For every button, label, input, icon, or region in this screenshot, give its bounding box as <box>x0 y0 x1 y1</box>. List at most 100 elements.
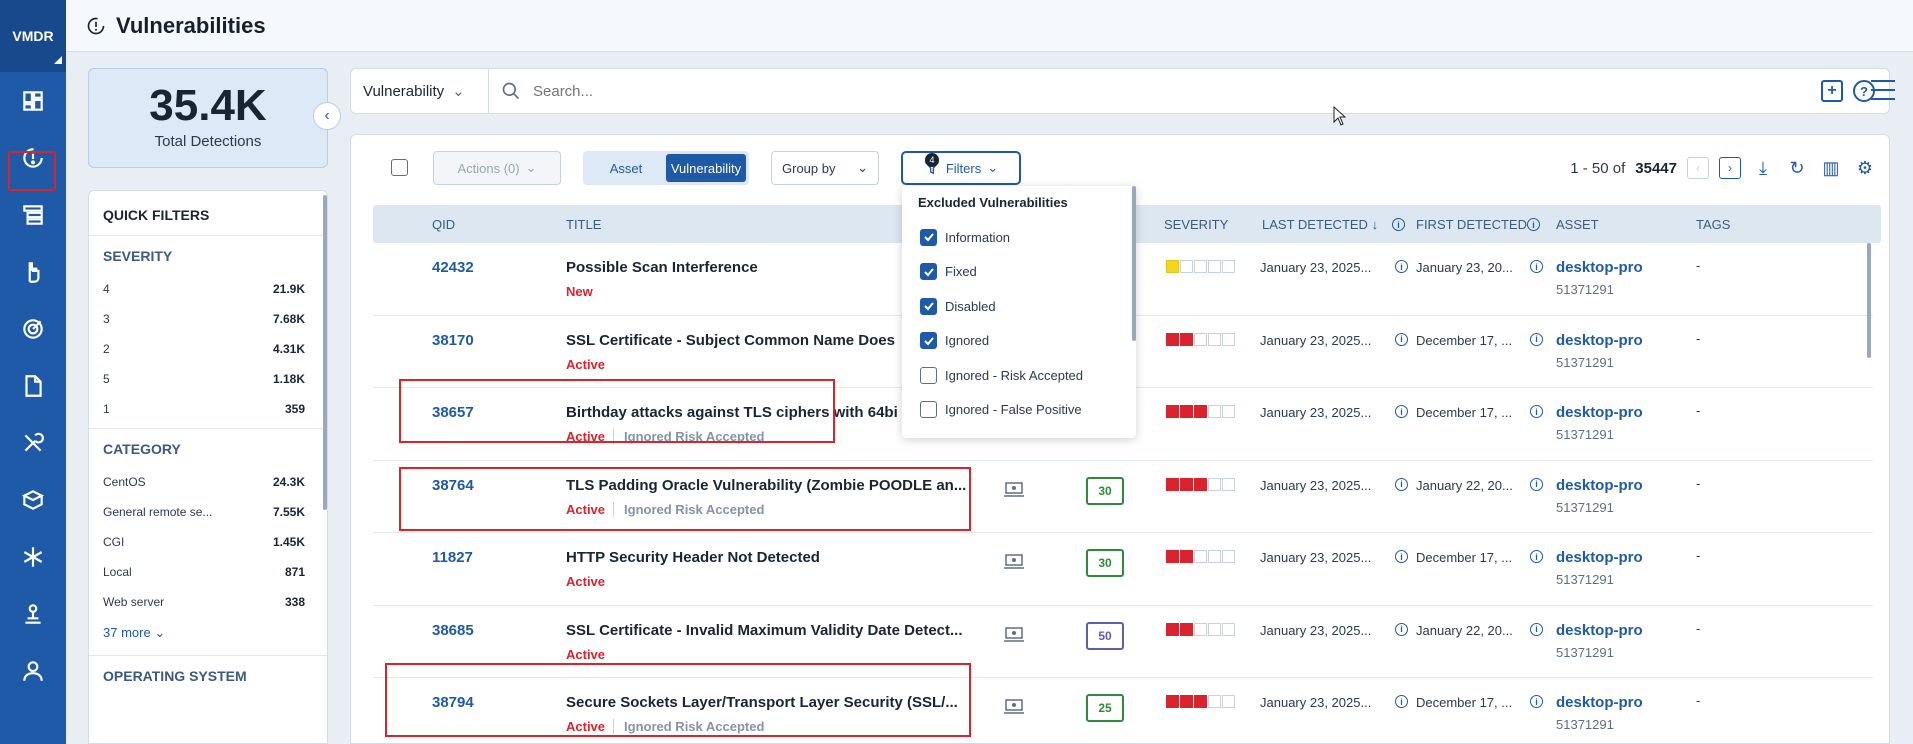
qds-score-badge: 25 <box>1086 694 1124 722</box>
filter-option-checkbox[interactable] <box>920 297 937 315</box>
category-filter-item[interactable]: CentOS 24.3K <box>89 467 327 497</box>
prev-page-button[interactable]: ‹ <box>1687 157 1709 179</box>
asset-link[interactable]: desktop-pro <box>1556 404 1643 421</box>
filter-option-checkbox[interactable] <box>920 401 937 419</box>
filter-option[interactable]: Information <box>902 220 1136 255</box>
filter-option-label: Information <box>945 229 1011 245</box>
settings-gear-icon[interactable]: ⚙ <box>1853 157 1877 179</box>
scans-icon <box>23 318 43 339</box>
info-icon[interactable]: i <box>1392 218 1405 231</box>
next-page-button[interactable]: › <box>1719 157 1741 179</box>
filters-button[interactable]: 4 Filters ⌄ <box>901 151 1021 185</box>
vulnerability-title[interactable]: SSL Certificate - Invalid Maximum Validi… <box>566 622 971 639</box>
category-more-link[interactable]: 37 more ⌄ <box>89 617 327 651</box>
info-icon[interactable]: i <box>1395 477 1408 491</box>
nav-item-users[interactable] <box>0 642 66 699</box>
info-icon[interactable]: i <box>1527 218 1540 231</box>
severity-filter-item[interactable]: 3 7.68K <box>89 304 327 334</box>
asset-link[interactable]: desktop-pro <box>1556 549 1643 566</box>
col-qid[interactable]: QID <box>432 217 455 232</box>
filter-option[interactable]: Ignored - False Positive <box>902 393 1136 428</box>
col-title[interactable]: TITLE <box>566 217 601 232</box>
severity-filter-count: 21.9K <box>272 282 305 296</box>
col-severity[interactable]: SEVERITY <box>1164 217 1228 232</box>
info-icon[interactable]: i <box>1395 260 1408 273</box>
info-icon[interactable]: i <box>1530 332 1543 346</box>
add-query-icon[interactable]: + <box>1821 80 1843 102</box>
asset-link[interactable]: desktop-pro <box>1556 259 1643 276</box>
category-filter-item[interactable]: General remote se... 7.55K <box>89 497 327 527</box>
quick-filters-scrollbar[interactable] <box>323 195 327 510</box>
info-icon[interactable]: i <box>1530 405 1543 418</box>
severity-filter-item[interactable]: 4 21.9K <box>89 274 327 304</box>
select-all-checkbox[interactable] <box>391 159 408 176</box>
category-filter-item[interactable]: Local 871 <box>89 557 327 587</box>
info-icon[interactable]: i <box>1530 260 1543 273</box>
nav-item-scans[interactable] <box>0 300 66 357</box>
info-icon[interactable]: i <box>1530 550 1543 563</box>
filter-option[interactable]: Ignored <box>902 324 1136 359</box>
menu-icon[interactable] <box>1871 80 1895 100</box>
col-last-detected[interactable]: LAST DETECTED ↓ <box>1262 217 1378 232</box>
info-icon[interactable]: i <box>1530 622 1543 636</box>
category-filter-item[interactable]: CGI 1.45K <box>89 527 327 557</box>
asset-link[interactable]: desktop-pro <box>1556 622 1643 639</box>
search-scope-select[interactable]: Vulnerability ⌄ <box>351 69 489 113</box>
nav-item-reports[interactable] <box>0 357 66 414</box>
qid-link[interactable]: 38685 <box>432 622 474 639</box>
info-icon[interactable]: i <box>1395 405 1408 418</box>
qid-link[interactable]: 11827 <box>432 549 473 566</box>
asset-link[interactable]: desktop-pro <box>1556 477 1643 494</box>
filter-option-checkbox[interactable] <box>920 228 937 246</box>
info-icon[interactable]: i <box>1395 332 1408 346</box>
nav-item-dashboard[interactable] <box>0 72 66 129</box>
quick-filters-title: QUICK FILTERS <box>89 191 327 236</box>
nav-item-inventory[interactable] <box>0 186 66 243</box>
chevron-down-icon: ⌄ <box>857 160 868 175</box>
download-icon[interactable]: ⤓ <box>1751 157 1775 179</box>
actions-button[interactable]: Actions (0) ⌄ <box>433 151 561 185</box>
filter-option[interactable]: Fixed <box>902 255 1136 290</box>
filter-option[interactable]: Disabled <box>902 289 1136 324</box>
vulnerability-title[interactable]: HTTP Security Header Not Detected <box>566 549 971 566</box>
severity-filter-item[interactable]: 2 4.31K <box>89 334 327 364</box>
filter-option-checkbox[interactable] <box>920 366 937 384</box>
col-first-detected[interactable]: FIRST DETECTED <box>1416 217 1527 232</box>
first-detected: January 23, 20... <box>1416 260 1513 275</box>
table-scrollbar[interactable] <box>1867 243 1871 358</box>
info-icon[interactable]: i <box>1395 622 1408 636</box>
info-icon[interactable]: i <box>1395 550 1408 563</box>
filter-option[interactable]: Ignored - Risk Accepted <box>902 358 1136 393</box>
category-filter-item[interactable]: Web server 338 <box>89 587 327 617</box>
asset-link[interactable]: desktop-pro <box>1556 332 1643 349</box>
search-input[interactable] <box>533 82 1733 100</box>
toggle-asset[interactable]: Asset <box>586 154 666 182</box>
filter-option-checkbox[interactable] <box>920 332 937 350</box>
col-asset[interactable]: ASSET <box>1556 217 1599 232</box>
table-row[interactable]: 11827 HTTP Security Header Not Detected … <box>373 533 1873 606</box>
refresh-icon[interactable]: ↻ <box>1785 157 1809 179</box>
info-icon[interactable]: i <box>1530 695 1543 708</box>
nav-item-assets[interactable] <box>0 471 66 528</box>
asset-link[interactable]: desktop-pro <box>1556 694 1643 711</box>
filter-option-checkbox[interactable] <box>920 263 937 281</box>
dropdown-scrollbar[interactable] <box>1132 186 1136 341</box>
nav-item-remediation[interactable] <box>0 414 66 471</box>
col-tags[interactable]: TAGS <box>1696 217 1730 232</box>
group-by-select[interactable]: Group by ⌄ <box>771 151 879 185</box>
nav-item-configuration[interactable] <box>0 528 66 585</box>
chart-icon[interactable]: ▥ <box>1819 157 1843 179</box>
nav-item-connectors[interactable] <box>0 585 66 642</box>
severity-filter-item[interactable]: 5 1.18K <box>89 364 327 394</box>
qid-link[interactable]: 42432 <box>432 259 474 276</box>
severity-filter-item[interactable]: 1 359 <box>89 394 327 424</box>
app-brand[interactable]: VMDR <box>0 0 66 72</box>
nav-item-prioritize[interactable] <box>0 243 66 300</box>
collapse-panel-button[interactable]: ‹ <box>313 102 341 130</box>
info-icon[interactable]: i <box>1530 477 1543 491</box>
filter-option-label: Fixed <box>945 264 977 280</box>
paging-range: 1 - 50 of <box>1570 159 1626 177</box>
info-icon[interactable]: i <box>1395 695 1408 708</box>
qid-link[interactable]: 38170 <box>432 332 474 349</box>
toggle-vulnerability[interactable]: Vulnerability <box>666 154 746 182</box>
